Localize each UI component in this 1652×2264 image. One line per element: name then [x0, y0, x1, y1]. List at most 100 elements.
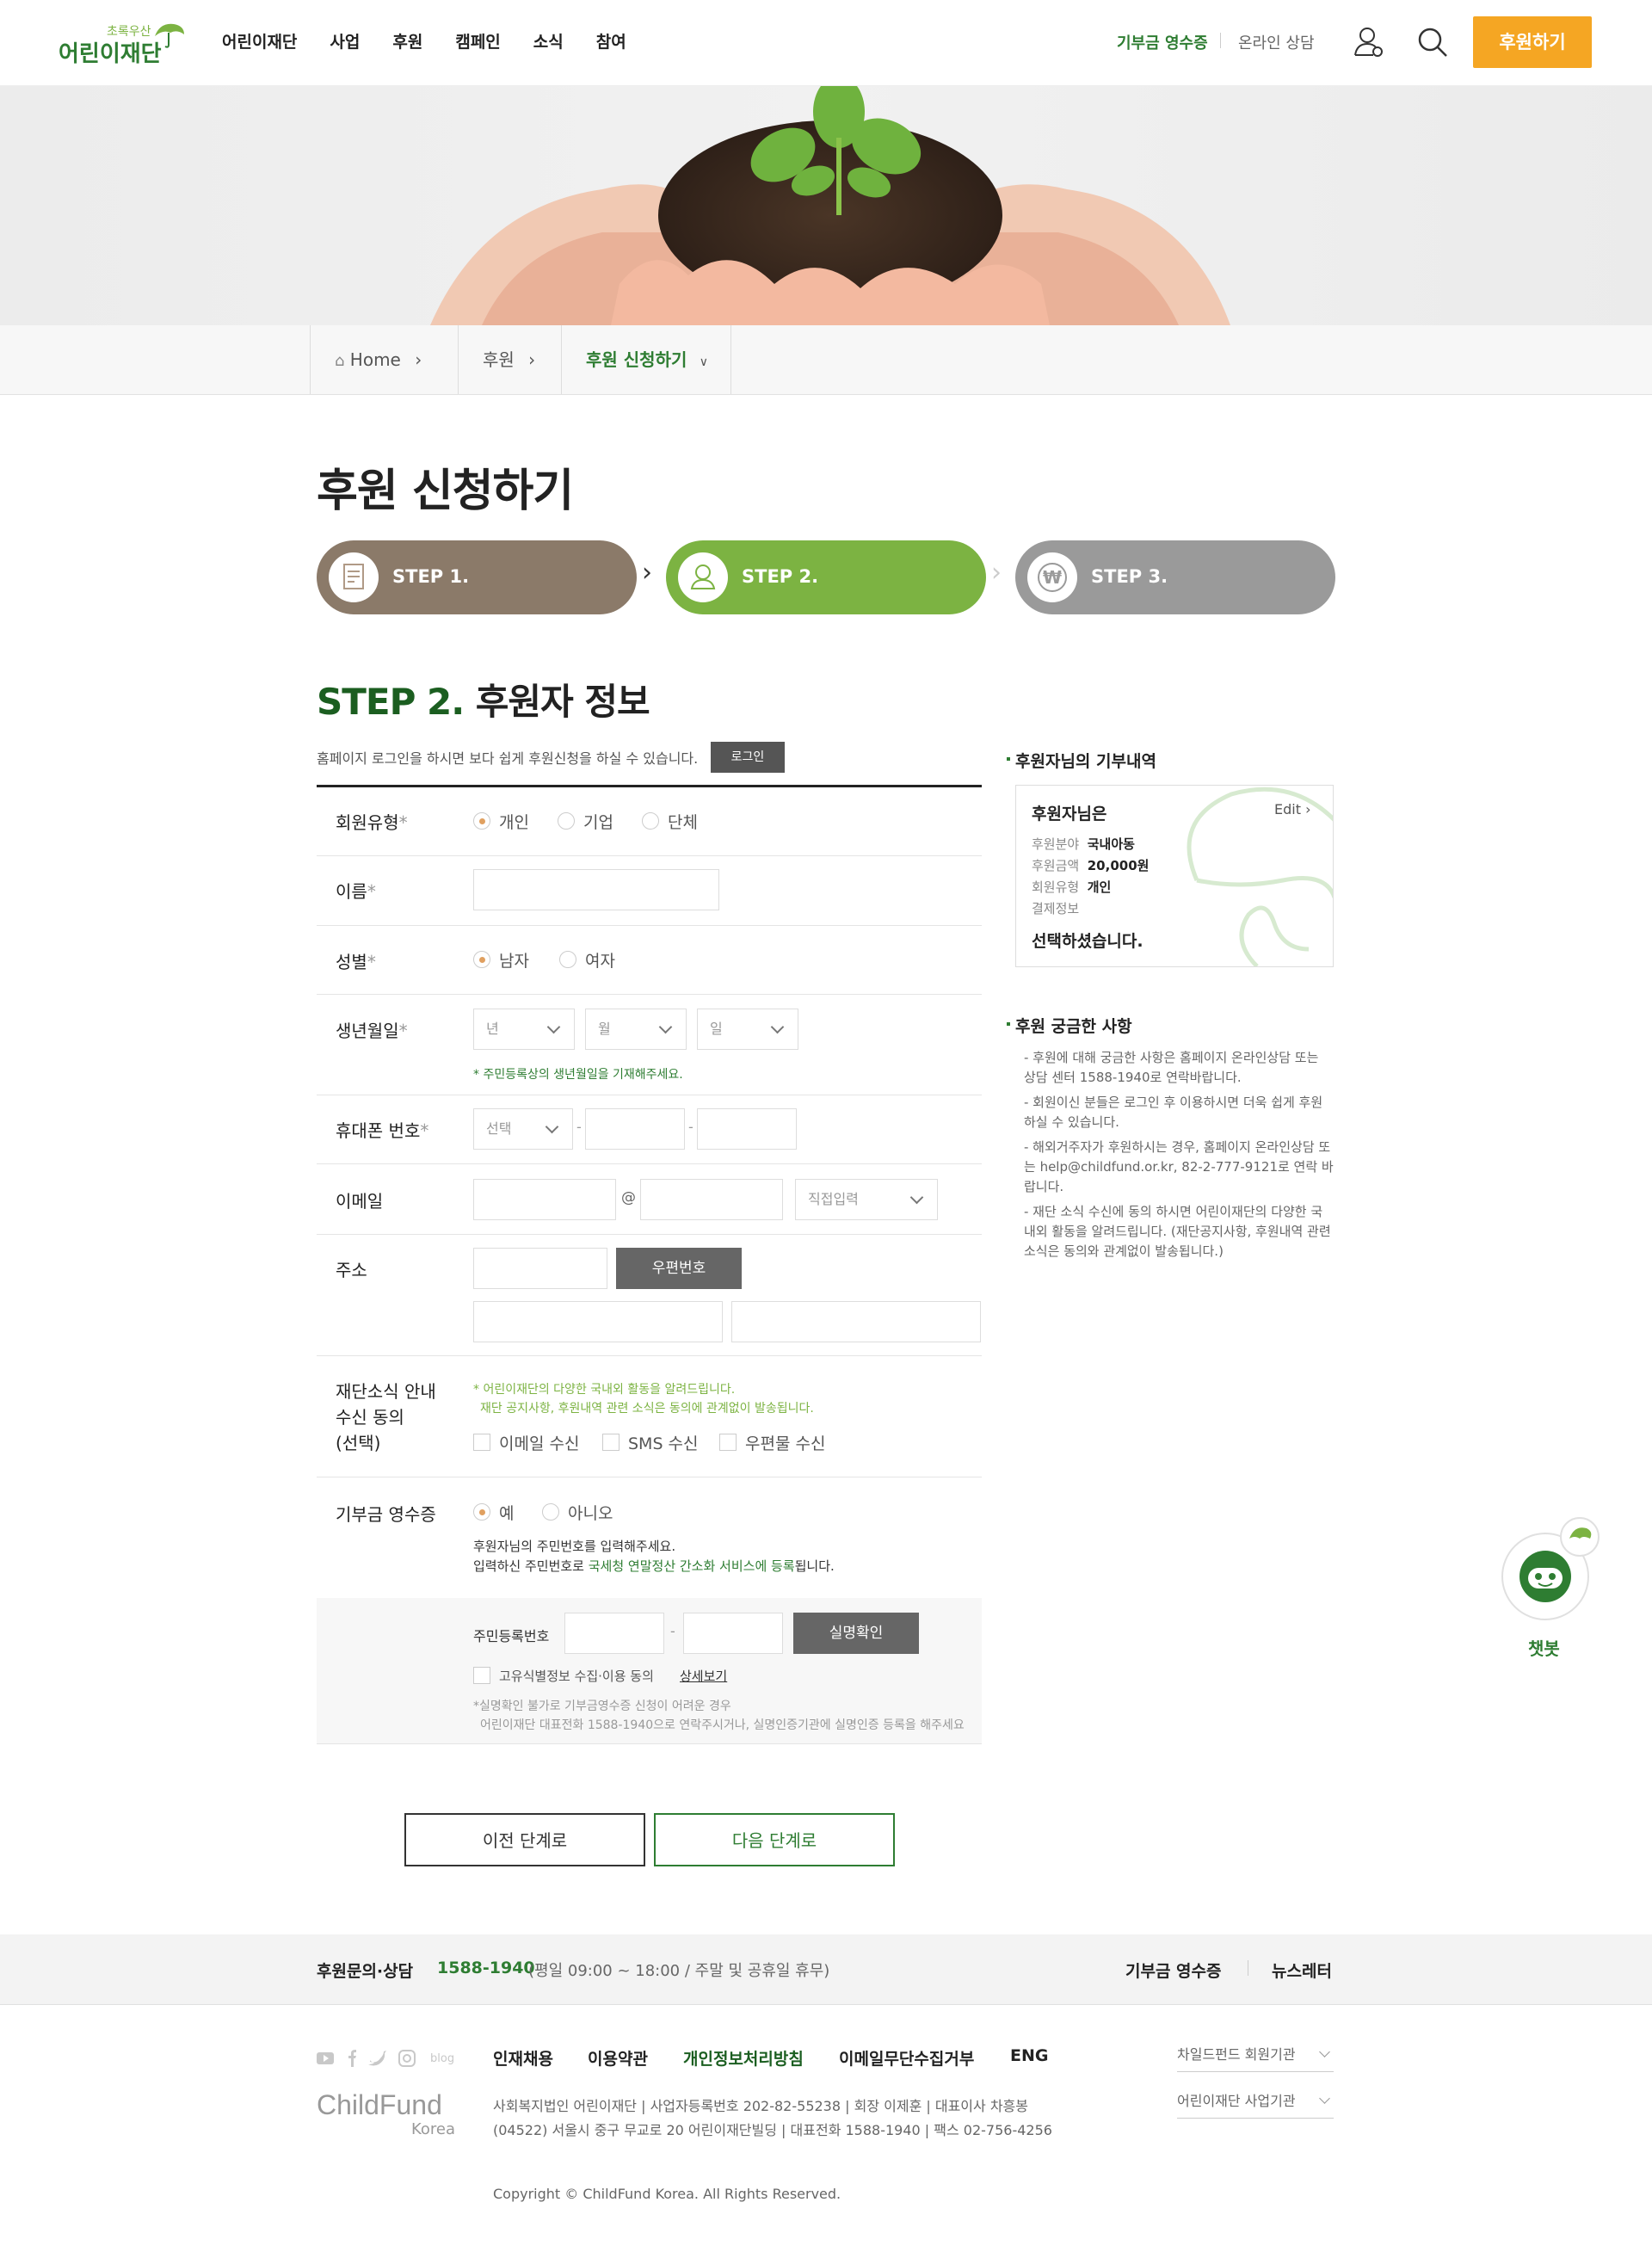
nav-item-foundation[interactable]: 어린이재단	[222, 29, 297, 52]
chevron-right-icon: ›	[415, 349, 422, 370]
row-divider	[317, 1163, 982, 1164]
breadcrumb-current[interactable]: 후원 신청하기 ∨	[561, 325, 731, 394]
email-domain-input[interactable]	[640, 1179, 783, 1220]
donation-history-title: 후원자님의 기부내역	[1007, 749, 1156, 772]
receipt-no-radio[interactable]	[542, 1503, 559, 1521]
contact-phone[interactable]: 1588-1940	[437, 1959, 535, 1977]
util-divider	[1220, 33, 1221, 48]
search-icon[interactable]	[1416, 26, 1449, 59]
consent-detail-link[interactable]: 상세보기	[680, 1667, 727, 1685]
phone-dash: -	[576, 1119, 582, 1135]
birth-help-text: * 주민등록상의 생년월일을 기재해주세요.	[473, 1068, 683, 1082]
util-consult-link[interactable]: 온라인 상담	[1238, 31, 1315, 53]
summary-row: 결제정보	[1032, 901, 1080, 916]
ssn-back-input[interactable]	[683, 1613, 783, 1654]
summary-rows: 후원분야 국내아동 후원금액 20,000원 회원유형 개인 결제정보	[1032, 834, 1149, 920]
family-site-select-1[interactable]: 차일드펀드 회원기관	[1177, 2043, 1334, 2072]
row-divider	[317, 925, 982, 926]
verify-name-button[interactable]: 실명확인	[793, 1613, 919, 1654]
faq-list: - 후원에 대해 궁금한 사항은 홈페이지 온라인상담 또는 상담 센터 158…	[1024, 1048, 1334, 1262]
nav-item-participate[interactable]: 참여	[596, 29, 626, 52]
email-label: 이메일	[336, 1191, 384, 1212]
section-title-text: 후원자 정보	[475, 681, 650, 723]
breadcrumb: ⌂ Home › 후원 › 후원 신청하기 ∨	[0, 325, 1652, 395]
phone-middle-input[interactable]	[585, 1108, 685, 1150]
member-type-individual-radio[interactable]	[473, 812, 490, 830]
breadcrumb-level1[interactable]: 후원 ›	[458, 325, 561, 394]
nav-item-campaign[interactable]: 캠페인	[455, 29, 500, 52]
step-3-label: STEP 3.	[1091, 566, 1168, 587]
address-label: 주소	[336, 1260, 367, 1280]
zipcode-button[interactable]: 우편번호	[616, 1248, 742, 1289]
chatbot-widget[interactable]: 챗봇	[1497, 1514, 1600, 1661]
sns-icons: blog	[317, 2050, 454, 2067]
contact-receipt-link[interactable]: 기부금 영수증	[1125, 1959, 1222, 1982]
footer-menu-eng[interactable]: ENG	[1010, 2046, 1048, 2065]
member-type-group-radio[interactable]	[642, 812, 659, 830]
phone-prefix-select[interactable]: 선택	[473, 1108, 573, 1150]
person-icon	[678, 552, 728, 602]
email-domain-select[interactable]: 직접입력	[795, 1179, 938, 1220]
login-button[interactable]: 로그인	[711, 742, 785, 773]
news-post-checkbox[interactable]	[719, 1434, 737, 1451]
util-receipt-link[interactable]: 기부금 영수증	[1117, 31, 1208, 53]
family-site-select-2[interactable]: 어린이재단 사업기관	[1177, 2089, 1334, 2119]
news-consent-label: 재단소식 안내 수신 동의 (선택)	[336, 1381, 436, 1453]
main-nav: 어린이재단 사업 후원 캠페인 소식 참여	[222, 29, 659, 52]
phone-last-input[interactable]	[697, 1108, 797, 1150]
summary-heading: 후원자님은	[1032, 805, 1107, 824]
hands-seedling-image	[430, 86, 1230, 325]
news-email-checkbox[interactable]	[473, 1434, 490, 1451]
gender-male-radio[interactable]	[473, 951, 490, 968]
contact-newsletter-link[interactable]: 뉴스레터	[1272, 1959, 1332, 1982]
news-sms-checkbox[interactable]	[602, 1434, 620, 1451]
row-divider	[317, 1234, 982, 1235]
member-type-label: 회원유형*	[336, 812, 408, 833]
receipt-desc-1: 후원자님의 주민번호를 입력해주세요.	[473, 1539, 676, 1554]
breadcrumb-home[interactable]: ⌂ Home ›	[310, 325, 458, 394]
footer-menu-careers[interactable]: 인재채용	[493, 2046, 553, 2070]
twitter-icon	[368, 2051, 386, 2066]
step-1: STEP 1.	[317, 540, 637, 614]
summary-row: 후원금액 20,000원	[1032, 858, 1150, 873]
nav-item-sponsor[interactable]: 후원	[392, 29, 422, 52]
step-2: STEP 2.	[666, 540, 986, 614]
donate-button[interactable]: 후원하기	[1473, 16, 1592, 68]
member-type-individual-label: 개인	[499, 813, 529, 832]
nav-item-news[interactable]: 소식	[533, 29, 564, 52]
step-3: ₩ STEP 3.	[1015, 540, 1335, 614]
next-step-button[interactable]: 다음 단계로	[654, 1813, 895, 1866]
receipt-yes-radio[interactable]	[473, 1503, 490, 1521]
address-detail-input[interactable]	[731, 1301, 981, 1342]
birth-year-select[interactable]: 년	[473, 1009, 575, 1050]
receipt-label: 기부금 영수증	[336, 1504, 436, 1525]
section-title-prefix: STEP 2.	[317, 681, 465, 723]
name-label: 이름*	[336, 881, 376, 902]
summary-row: 회원유형 개인	[1032, 879, 1112, 895]
receipt-yes-label: 예	[499, 1504, 515, 1523]
summary-edit-link[interactable]: Edit ›	[1274, 801, 1310, 817]
footer-menu-privacy[interactable]: 개인정보처리방침	[683, 2046, 804, 2070]
ssn-front-input[interactable]	[564, 1613, 664, 1654]
zipcode-input[interactable]	[473, 1248, 607, 1289]
footer-menu-terms[interactable]: 이용약관	[588, 2046, 648, 2070]
site-logo[interactable]: 초록우산 어린이재단	[59, 21, 188, 67]
birth-day-select[interactable]: 일	[697, 1009, 798, 1050]
gender-female-radio[interactable]	[559, 951, 576, 968]
address-input[interactable]	[473, 1301, 723, 1342]
member-type-company-radio[interactable]	[558, 812, 575, 830]
faq-item: - 후원에 대해 궁금한 사항은 홈페이지 온라인상담 또는 상담 센터 158…	[1024, 1050, 1319, 1085]
youtube-icon	[317, 2052, 334, 2064]
nav-item-business[interactable]: 사업	[330, 29, 360, 52]
document-icon	[329, 552, 379, 602]
prev-step-button[interactable]: 이전 단계로	[404, 1813, 645, 1866]
news-help-1: * 어린이재단의 다양한 국내외 활동을 알려드립니다.	[473, 1383, 736, 1397]
birth-month-select[interactable]: 월	[585, 1009, 687, 1050]
instagram-icon	[398, 2050, 416, 2067]
footer-menu-no-email[interactable]: 이메일무단수집거부	[839, 2046, 974, 2070]
user-icon[interactable]	[1353, 26, 1385, 59]
name-input[interactable]	[473, 869, 719, 910]
email-id-input[interactable]	[473, 1179, 616, 1220]
unique-id-consent-checkbox[interactable]	[473, 1667, 490, 1684]
faq-item: - 해외거주자가 후원하시는 경우, 홈페이지 온라인상담 또는 help@ch…	[1024, 1139, 1334, 1194]
